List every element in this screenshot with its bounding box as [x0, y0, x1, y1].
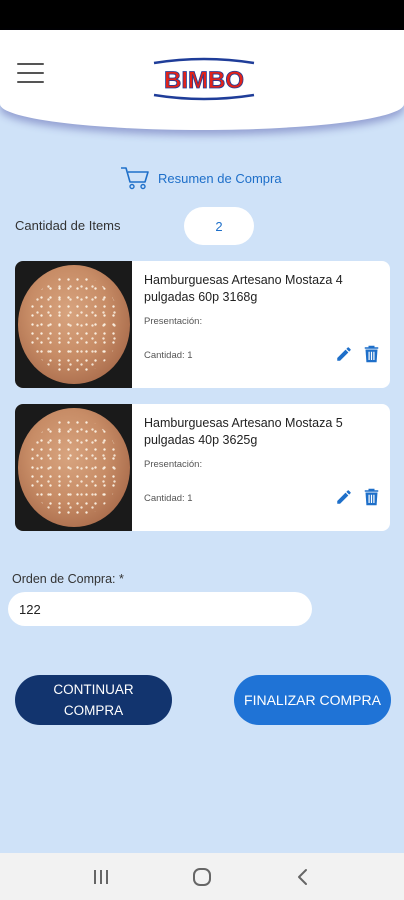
recent-apps-icon: [93, 869, 108, 884]
product-image: [15, 261, 132, 388]
app-header: BIMBO: [0, 30, 404, 130]
bimbo-logo: BIMBO: [153, 57, 255, 101]
delete-icon[interactable]: [364, 488, 379, 506]
items-count-label: Cantidad de Items: [15, 218, 121, 233]
product-image: [15, 404, 132, 531]
hamburger-menu-icon[interactable]: [17, 63, 44, 83]
product-presentation: Presentación:: [144, 316, 203, 327]
purchase-order-input[interactable]: [8, 592, 312, 626]
edit-icon[interactable]: [335, 488, 353, 506]
product-name: Hamburguesas Artesano Mostaza 5 pulgadas…: [144, 416, 343, 447]
status-bar: [0, 0, 404, 30]
system-nav-bar: [0, 853, 404, 900]
svg-text:BIMBO: BIMBO: [164, 67, 244, 94]
product-quantity: Cantidad: 1: [144, 350, 193, 361]
product-name: Hamburguesas Artesano Mostaza 4 pulgadas…: [144, 273, 343, 304]
product-card: Hamburguesas Artesano Mostaza 5 pulgadas…: [15, 404, 390, 531]
purchase-summary-label: Resumen de Compra: [158, 170, 282, 186]
product-card: Hamburguesas Artesano Mostaza 4 pulgadas…: [15, 261, 390, 388]
home-icon: [192, 867, 211, 886]
delete-icon[interactable]: [364, 345, 379, 363]
items-count-value: 2: [184, 207, 254, 245]
purchase-summary-title: Resumen de Compra: [120, 164, 320, 192]
recent-apps-button[interactable]: [86, 862, 116, 892]
back-button[interactable]: [288, 862, 318, 892]
cart-icon: [121, 167, 149, 190]
product-presentation: Presentación:: [144, 459, 203, 470]
home-button[interactable]: [187, 862, 217, 892]
product-quantity: Cantidad: 1: [144, 493, 193, 504]
back-chevron-icon: [298, 868, 308, 885]
continue-shopping-button[interactable]: CONTINUAR COMPRA: [15, 675, 172, 725]
purchase-order-label: Orden de Compra: *: [12, 572, 124, 586]
edit-icon[interactable]: [335, 345, 353, 363]
finish-purchase-button[interactable]: FINALIZAR COMPRA: [234, 675, 391, 725]
